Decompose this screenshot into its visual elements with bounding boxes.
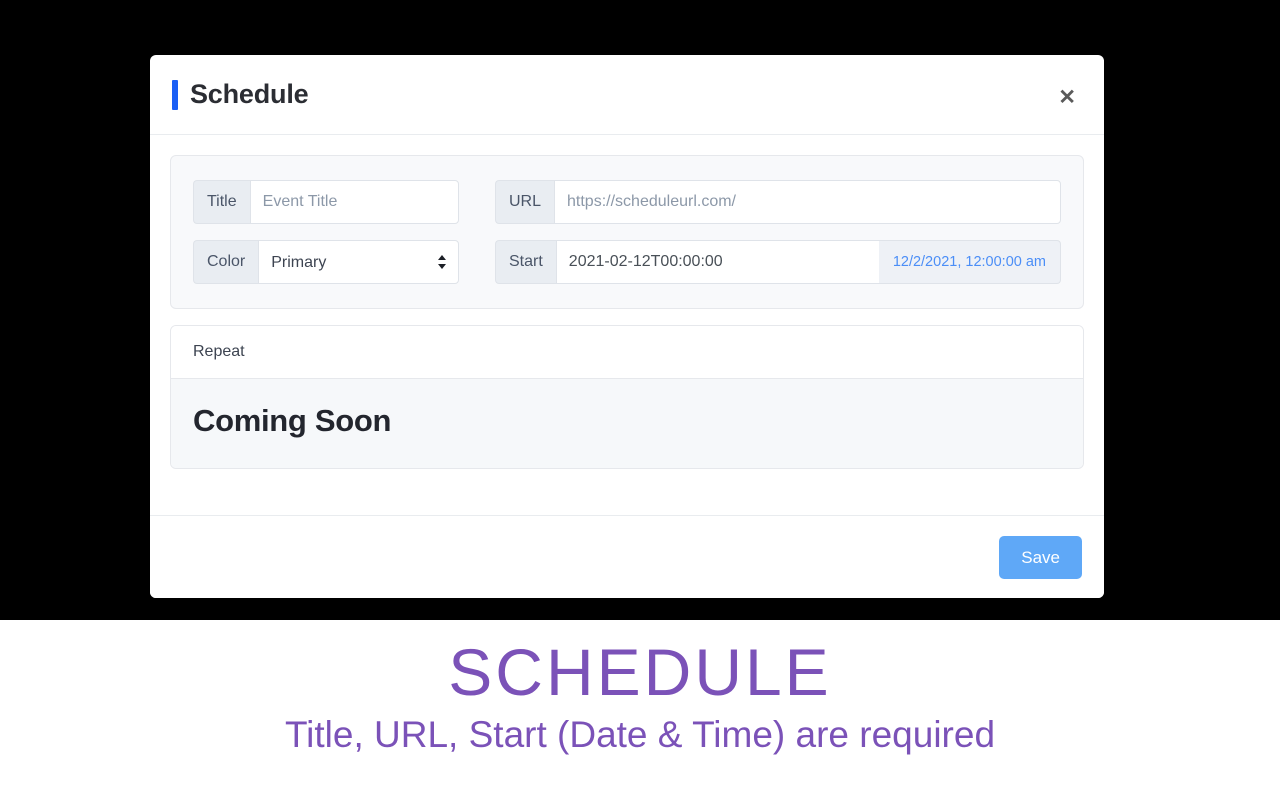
color-select-wrap: Primary: [258, 240, 459, 284]
url-input[interactable]: [554, 180, 1061, 224]
modal-header: Schedule ✕: [150, 55, 1104, 135]
title-input[interactable]: [249, 180, 459, 224]
repeat-card-body: Coming Soon: [171, 379, 1083, 468]
title-field-group: Title: [193, 180, 459, 224]
start-formatted-text: 12/2/2021, 12:00:00 am: [878, 240, 1061, 284]
repeat-card: Repeat Coming Soon: [170, 325, 1084, 469]
url-field-group: URL: [495, 180, 1061, 224]
schedule-modal: Schedule ✕ Title Color Primary: [150, 55, 1104, 598]
fields-column-left: Title Color Primary: [193, 180, 459, 284]
title-label: Title: [193, 180, 250, 224]
color-field-group: Color Primary: [193, 240, 459, 284]
start-input[interactable]: [555, 240, 879, 284]
caption-area: SCHEDULE Title, URL, Start (Date & Time)…: [0, 620, 1280, 800]
modal-title-wrap: Schedule: [172, 79, 309, 110]
modal-footer: Save: [150, 515, 1104, 598]
title-accent-bar: [172, 79, 178, 110]
page-title: Schedule: [190, 79, 309, 109]
start-field-group: Start 12/2/2021, 12:00:00 am: [495, 240, 1061, 284]
color-select[interactable]: Primary: [258, 240, 459, 284]
fields-panel: Title Color Primary: [170, 155, 1084, 309]
repeat-card-header: Repeat: [171, 326, 1083, 379]
start-label: Start: [495, 240, 556, 284]
color-label: Color: [193, 240, 259, 284]
close-icon[interactable]: ✕: [1052, 83, 1082, 112]
save-button[interactable]: Save: [999, 535, 1082, 579]
url-label: URL: [495, 180, 555, 224]
modal-body: Title Color Primary: [150, 135, 1104, 515]
caption-subtitle: Title, URL, Start (Date & Time) are requ…: [284, 714, 996, 756]
coming-soon-text: Coming Soon: [193, 403, 392, 438]
caption-title: SCHEDULE: [448, 635, 832, 709]
fields-column-right: URL Start 12/2/2021, 12:00:00 am: [495, 180, 1061, 284]
screenshot-stage: Schedule ✕ Title Color Primary: [0, 0, 1280, 800]
